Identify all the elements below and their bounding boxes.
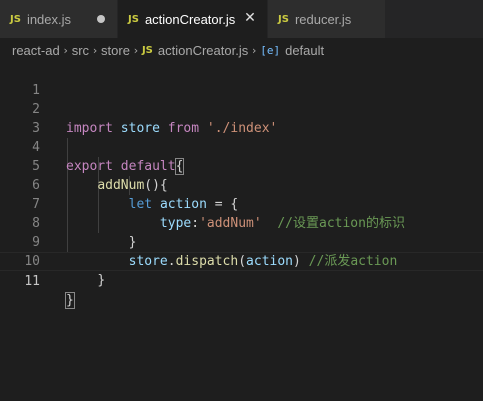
js-file-icon: JS <box>128 13 139 25</box>
punctuation: } <box>97 273 106 288</box>
code-line: 1 <box>0 62 483 98</box>
code-line: 9 store.dispatch(action) //派发action <box>0 214 483 269</box>
code-line: 10 } <box>0 233 483 288</box>
tab-reducer-js[interactable]: JS reducer.js <box>268 0 386 38</box>
tab-label: index.js <box>26 11 72 27</box>
tab-label: reducer.js <box>294 11 352 27</box>
tab-index-js[interactable]: JS index.js <box>0 0 118 38</box>
variable-symbol-icon: [e] <box>260 43 281 57</box>
code-line: 6 let action = { <box>0 157 483 212</box>
chevron-right-icon: › <box>63 43 68 57</box>
breadcrumb-item-src[interactable]: src <box>72 43 89 58</box>
close-icon[interactable]: ✕ <box>243 11 257 25</box>
breadcrumb-item-file[interactable]: actionCreator.js <box>158 43 248 58</box>
breadcrumb: react-ad › src › store › JS actionCreato… <box>0 38 483 62</box>
code-line: 8 } <box>0 195 483 250</box>
tab-actioncreator-js[interactable]: JS actionCreator.js ✕ <box>118 0 268 38</box>
js-file-icon: JS <box>141 44 153 56</box>
code-line: 2 import store from './index' <box>0 81 483 136</box>
code-line-current: 11 } <box>0 252 483 309</box>
code-text: } <box>66 271 105 290</box>
code-line: 4 export default{ <box>0 119 483 175</box>
js-file-icon: JS <box>278 13 289 25</box>
breadcrumb-item-symbol[interactable]: default <box>285 43 324 58</box>
code-text: } <box>65 291 75 310</box>
code-line: 5 addNum(){ <box>0 138 483 193</box>
chevron-right-icon: › <box>92 43 98 57</box>
code-line: 7 type:'addNum' //设置action的标识 <box>0 176 483 231</box>
breadcrumb-item-react-ad[interactable]: react-ad <box>12 43 60 58</box>
line-number: 11 <box>24 274 40 289</box>
chevron-right-icon: › <box>133 43 139 57</box>
unsaved-dot-icon[interactable] <box>97 15 105 23</box>
editor-tab-bar: JS index.js JS actionCreator.js ✕ JS red… <box>0 0 483 38</box>
js-file-icon: JS <box>10 13 21 25</box>
code-editor[interactable]: 1 2 import store from './index' 3 4 expo… <box>0 62 483 401</box>
matched-brace: } <box>65 292 75 309</box>
breadcrumb-item-store[interactable]: store <box>101 43 130 58</box>
chevron-right-icon: › <box>252 43 257 57</box>
code-line: 3 <box>0 100 483 136</box>
tab-label: actionCreator.js <box>144 11 236 27</box>
